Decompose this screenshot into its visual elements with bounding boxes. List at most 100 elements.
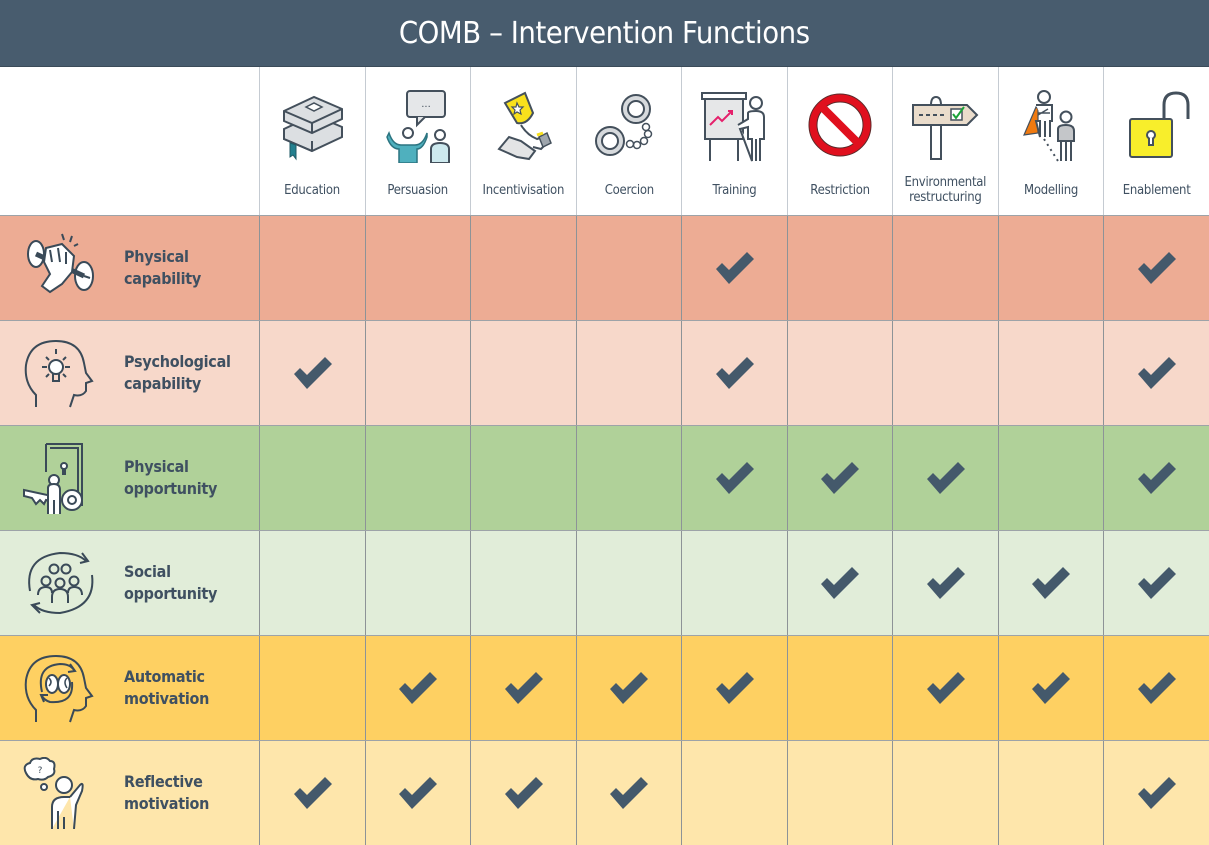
column-label: Modelling <box>1023 182 1079 198</box>
column-header-persuasion: ... Persuasion <box>365 67 470 215</box>
matrix-cell-incentivisation <box>470 321 576 425</box>
door-key-icon <box>22 442 100 514</box>
checkmark-icon <box>715 357 754 389</box>
matrix-cell-modelling <box>998 216 1103 320</box>
checkmark-icon <box>399 672 437 704</box>
matrix-cell-coercion <box>576 321 681 425</box>
row-label: Physical capability <box>124 247 201 288</box>
matrix-cell-enablement <box>1103 216 1209 320</box>
signpost-icon <box>911 95 978 160</box>
checkmark-icon <box>610 777 648 809</box>
matrix-cell-environmental_restructuring <box>892 531 998 635</box>
hero-role-model-icon <box>1023 90 1075 162</box>
matrix-cell-restriction <box>787 426 892 530</box>
matrix-cell-restriction <box>787 216 892 320</box>
matrix-cell-incentivisation <box>470 426 576 530</box>
column-header-environmental-restructuring: Environmental restructuring <box>892 67 998 215</box>
matrix-cell-persuasion <box>365 636 470 740</box>
matrix-cell-persuasion <box>365 426 470 530</box>
column-header-training: Training <box>681 67 787 215</box>
column-header-enablement: Enablement <box>1103 67 1209 215</box>
page-title: COMB – Intervention Functions <box>399 15 810 51</box>
checkmark-icon <box>715 462 754 494</box>
checkmark-icon <box>1032 567 1070 599</box>
checkmark-icon <box>293 357 332 389</box>
column-header-row: Education ... Persuasion Incentivisation… <box>0 67 1209 215</box>
row-header: ? Reflective motivation <box>0 741 259 845</box>
row-header: Social opportunity <box>0 531 259 635</box>
matrix-cell-enablement <box>1103 426 1209 530</box>
books-icon <box>282 95 343 161</box>
column-label: Coercion <box>604 182 654 198</box>
open-padlock-icon <box>1128 91 1189 158</box>
matrix-cell-coercion <box>576 741 681 845</box>
fist-dumbbell-icon <box>22 232 100 304</box>
matrix-cell-coercion <box>576 216 681 320</box>
matrix-cell-incentivisation <box>470 531 576 635</box>
checkmark-icon <box>504 672 543 704</box>
matrix-cell-modelling <box>998 321 1103 425</box>
matrix-cell-restriction <box>787 321 892 425</box>
checkmark-icon <box>504 777 543 809</box>
column-label: Environmental restructuring <box>904 175 987 205</box>
checkmark-icon <box>715 252 754 284</box>
row-label: Automatic motivation <box>124 667 210 708</box>
matrix-cell-environmental_restructuring <box>892 741 998 845</box>
matrix-cell-enablement <box>1103 531 1209 635</box>
matrix-cell-coercion <box>576 531 681 635</box>
row-header: Automatic motivation <box>0 636 259 740</box>
row-label: Physical opportunity <box>124 457 218 498</box>
behaviour-row: Social opportunity <box>0 530 1209 635</box>
door-key-icon <box>23 443 83 514</box>
row-header: Physical capability <box>0 216 259 320</box>
matrix-cell-incentivisation <box>470 216 576 320</box>
matrix-cell-environmental_restructuring <box>892 216 998 320</box>
title-bar: COMB – Intervention Functions <box>0 0 1209 67</box>
svg-text:...: ... <box>421 99 431 110</box>
column-label: Enablement <box>1122 182 1191 198</box>
checkmark-icon <box>926 462 965 494</box>
matrix-cell-restriction <box>787 636 892 740</box>
matrix-cell-education <box>259 216 365 320</box>
matrix-cell-persuasion <box>365 216 470 320</box>
checkmark-icon <box>610 672 648 704</box>
matrix-cell-training <box>681 636 787 740</box>
row-header: Physical opportunity <box>0 426 259 530</box>
matrix-cell-environmental_restructuring <box>892 321 998 425</box>
thinking-person-icon: ? <box>22 756 100 830</box>
matrix-cell-enablement <box>1103 741 1209 845</box>
head-lightbulb-icon <box>22 337 100 409</box>
matrix-cell-coercion <box>576 426 681 530</box>
matrix-cell-incentivisation <box>470 636 576 740</box>
group-cycle-icon <box>28 551 94 615</box>
matrix-cell-persuasion <box>365 321 470 425</box>
checkmark-icon <box>1137 357 1176 389</box>
column-label: Incentivisation <box>482 182 565 198</box>
matrix-cell-modelling <box>998 531 1103 635</box>
column-header-restriction: Restriction <box>787 67 892 215</box>
matrix-cell-persuasion <box>365 531 470 635</box>
matrix-cell-training <box>681 426 787 530</box>
matrix-cell-environmental_restructuring <box>892 426 998 530</box>
matrix-cell-education <box>259 321 365 425</box>
matrix-cell-training <box>681 216 787 320</box>
checkmark-icon <box>1137 777 1176 809</box>
matrix-cell-enablement <box>1103 636 1209 740</box>
checkmark-icon <box>821 462 859 494</box>
trophy-hand-icon <box>496 91 552 161</box>
matrix-cell-modelling <box>998 636 1103 740</box>
thinking-person-icon: ? <box>23 756 84 830</box>
checkmark-icon <box>1032 672 1070 704</box>
fist-dumbbell-icon <box>27 233 94 294</box>
matrix-cell-modelling <box>998 426 1103 530</box>
svg-text:?: ? <box>38 766 43 776</box>
behaviour-row: Psychological capability <box>0 320 1209 425</box>
group-cycle-icon <box>22 547 100 619</box>
row-label: Psychological capability <box>124 352 231 393</box>
matrix-cell-modelling <box>998 741 1103 845</box>
handcuffs-icon <box>595 94 653 156</box>
behaviour-row: Physical capability <box>0 215 1209 320</box>
behaviour-row: ? Reflective motivation <box>0 740 1209 845</box>
matrix-cell-training <box>681 741 787 845</box>
column-label: Persuasion <box>387 182 449 198</box>
